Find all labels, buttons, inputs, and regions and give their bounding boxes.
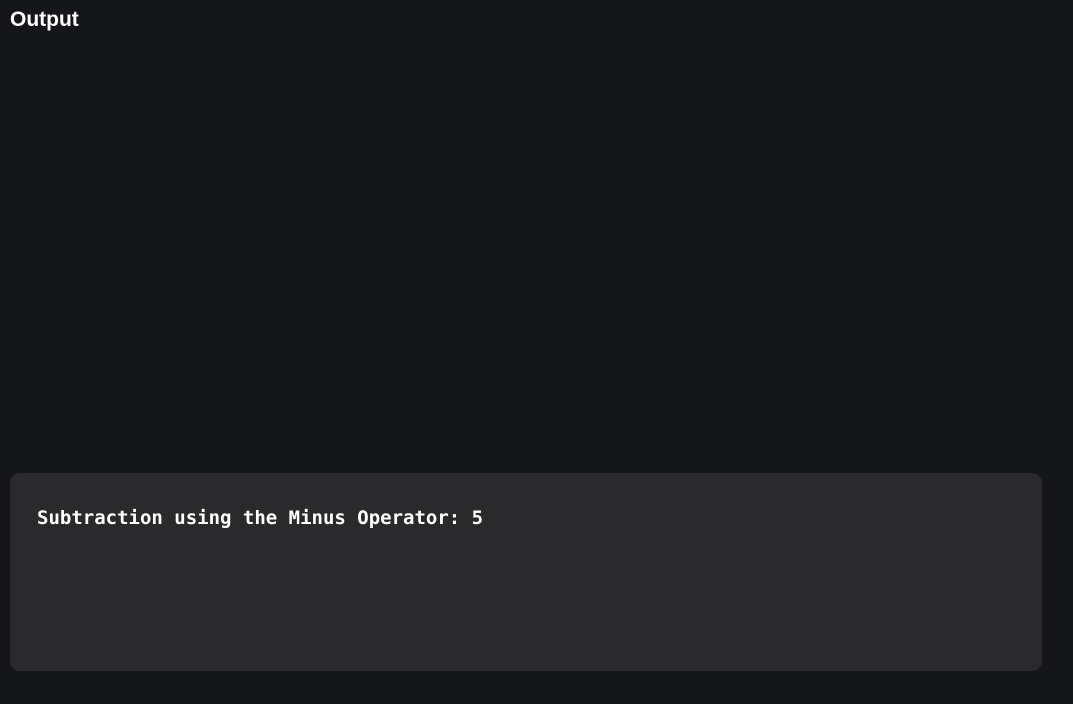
output-panel: Subtraction using the Minus Operator: 5 [10, 473, 1042, 671]
output-line: Subtraction using the Minus Operator: 5 [37, 507, 484, 529]
output-title: Output [10, 8, 79, 31]
